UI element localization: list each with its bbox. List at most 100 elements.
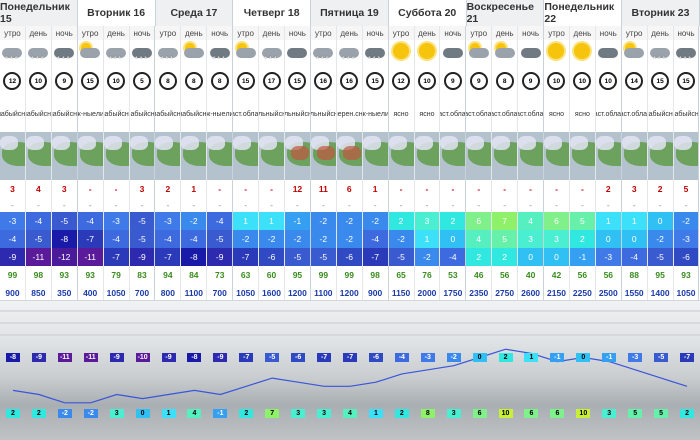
description-line: ясно — [393, 111, 409, 118]
cloud-snow-night-icon: * * * — [131, 42, 153, 63]
day-header[interactable]: Пятница 19 — [311, 0, 389, 26]
map-cell — [440, 132, 467, 180]
humidity-value: 95 — [648, 266, 674, 284]
cloud-snow-night-icon: * * * — [53, 42, 75, 63]
day-header[interactable]: Вторник 16 — [77, 0, 156, 26]
weather-map-thumbnail — [621, 132, 647, 180]
weather-description: сильныйснег — [285, 98, 311, 132]
map-snow-cover — [388, 136, 407, 150]
day-header[interactable]: Суббота 20 — [388, 0, 467, 26]
weather-map-thumbnail — [518, 132, 544, 180]
description-line: част. — [466, 111, 476, 118]
temperature-value: -2 — [336, 212, 363, 230]
weather-icon-cell — [285, 40, 311, 64]
map-snow-cover — [414, 136, 433, 150]
wind-direction-icon: 12 — [3, 72, 22, 90]
weather-description: част.облач. — [622, 98, 648, 132]
map-precip-area — [342, 146, 361, 160]
precip-value: - — [466, 180, 493, 198]
description-line: снег — [691, 111, 699, 118]
graph-temp-label-bottom: -2 — [57, 409, 72, 418]
map-snow-cover — [466, 136, 485, 150]
day-header[interactable]: Понедельник 15 — [0, 0, 78, 26]
time-of-day-label: день — [570, 26, 596, 40]
wind-direction-icon: 15 — [288, 72, 307, 90]
snowflake-shape: * * * — [653, 56, 666, 63]
temperature-value: -5 — [129, 212, 156, 230]
temperature-value: -7 — [233, 248, 260, 266]
day-header[interactable]: Понедельник 22 — [544, 0, 623, 26]
description-line: снег — [147, 111, 155, 118]
description-line: снег — [173, 111, 181, 118]
graph-temp-label-top: -9 — [161, 353, 176, 362]
weather-icon-cell: * * * — [52, 40, 78, 64]
cloud-snow-night-icon: * * * — [209, 42, 231, 63]
day-header[interactable]: Вторник 23 — [622, 0, 700, 26]
graph-temp-label-bottom: 3 — [602, 409, 617, 418]
description-line: част. — [622, 111, 632, 118]
snowflake-shape: * * * — [316, 56, 329, 63]
humidity-value: 93 — [674, 266, 700, 284]
precip-value: - — [544, 180, 570, 198]
wind-direction-icon: 15 — [651, 72, 670, 90]
precip-value: 1 — [181, 180, 208, 198]
map-cell — [544, 132, 570, 180]
graph-temp-label-bottom: 2 — [394, 409, 409, 418]
precip-value: - — [207, 180, 234, 198]
wind-cell: 15 — [674, 64, 700, 98]
precip-value: 3 — [52, 180, 78, 198]
temperature-value: -1 — [284, 212, 311, 230]
description-line: ные — [212, 111, 226, 118]
map-cell — [414, 132, 441, 180]
cloud-snow-icon: * * * — [157, 42, 179, 63]
cloud-shape — [494, 48, 515, 58]
time-of-day-label: ночь — [674, 26, 700, 40]
map-snow-cover — [77, 136, 96, 150]
temperature-value: -4 — [103, 230, 130, 248]
map-snow-cover — [51, 136, 70, 150]
map-cell — [129, 132, 156, 180]
wind-direction-icon: 8 — [184, 72, 203, 90]
wind-cell: 12 — [389, 64, 415, 98]
snow-depth-value: - — [0, 198, 26, 212]
wind-cell: 12 — [0, 64, 26, 98]
time-of-day-label: ночь — [130, 26, 156, 40]
sun-shape — [418, 43, 435, 59]
temperature-value: 0 — [440, 230, 467, 248]
weather-description: ясно — [570, 98, 596, 132]
wind-cell: 15 — [233, 64, 260, 98]
weather-icon-cell: * * * — [363, 40, 389, 64]
graph-temp-label-bottom: 2 — [5, 409, 20, 418]
humidity-value: 98 — [26, 266, 52, 284]
sun-icon — [545, 42, 567, 62]
weather-map-thumbnail — [569, 132, 595, 180]
snow-depth-value: - — [52, 198, 78, 212]
precip-value: 5 — [674, 180, 700, 198]
weather-description: снеж-ныеливни — [78, 98, 104, 132]
time-of-day-label: день — [415, 26, 441, 40]
day-header[interactable]: Воскресенье 21 — [466, 0, 545, 26]
day-header[interactable]: Среда 17 — [155, 0, 234, 26]
humidity-value: 84 — [181, 266, 208, 284]
map-cell — [207, 132, 234, 180]
graph-temp-label-bottom: 2 — [31, 409, 46, 418]
graph-temp-label-bottom: 4 — [343, 409, 357, 418]
weather-icon-cell: * * * — [0, 40, 26, 64]
temperature-value: 1 — [259, 212, 285, 230]
humidity-row: 99 98 93 93 79 83 94 84 73 63 60 95 99 99 98 65 76 53 46 56… — [0, 266, 700, 284]
wind-direction-icon: 9 — [443, 72, 462, 90]
time-of-day-label: утро — [233, 26, 260, 40]
humidity-value: 98 — [363, 266, 389, 284]
temperature-value: -3 — [673, 230, 700, 248]
weather-map-thumbnail — [440, 132, 466, 180]
wind-direction-icon: 5 — [132, 72, 151, 90]
weather-icon-cell — [181, 40, 208, 64]
temperature-value: -4 — [181, 230, 208, 248]
temperature-value: -2 — [259, 230, 285, 248]
wind-cell: 9 — [52, 64, 78, 98]
graph-temp-label-bottom: 4 — [187, 409, 202, 418]
weather-map-thumbnail — [492, 132, 518, 180]
day-header[interactable]: Четверг 18 — [233, 0, 312, 26]
wind-direction-icon: 10 — [417, 72, 436, 90]
wind-direction-icon: 10 — [107, 72, 126, 90]
